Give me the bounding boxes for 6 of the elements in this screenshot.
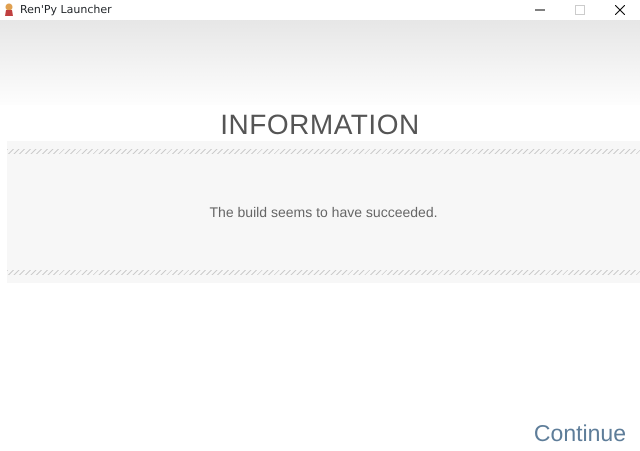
close-icon[interactable]	[615, 5, 625, 15]
app-icon	[4, 3, 14, 17]
page-heading: INFORMATION	[220, 111, 420, 139]
continue-button[interactable]: Continue	[534, 416, 626, 450]
window-title: Ren'Py Launcher	[20, 2, 112, 18]
message-text: The build seems to have succeeded.	[209, 202, 438, 222]
